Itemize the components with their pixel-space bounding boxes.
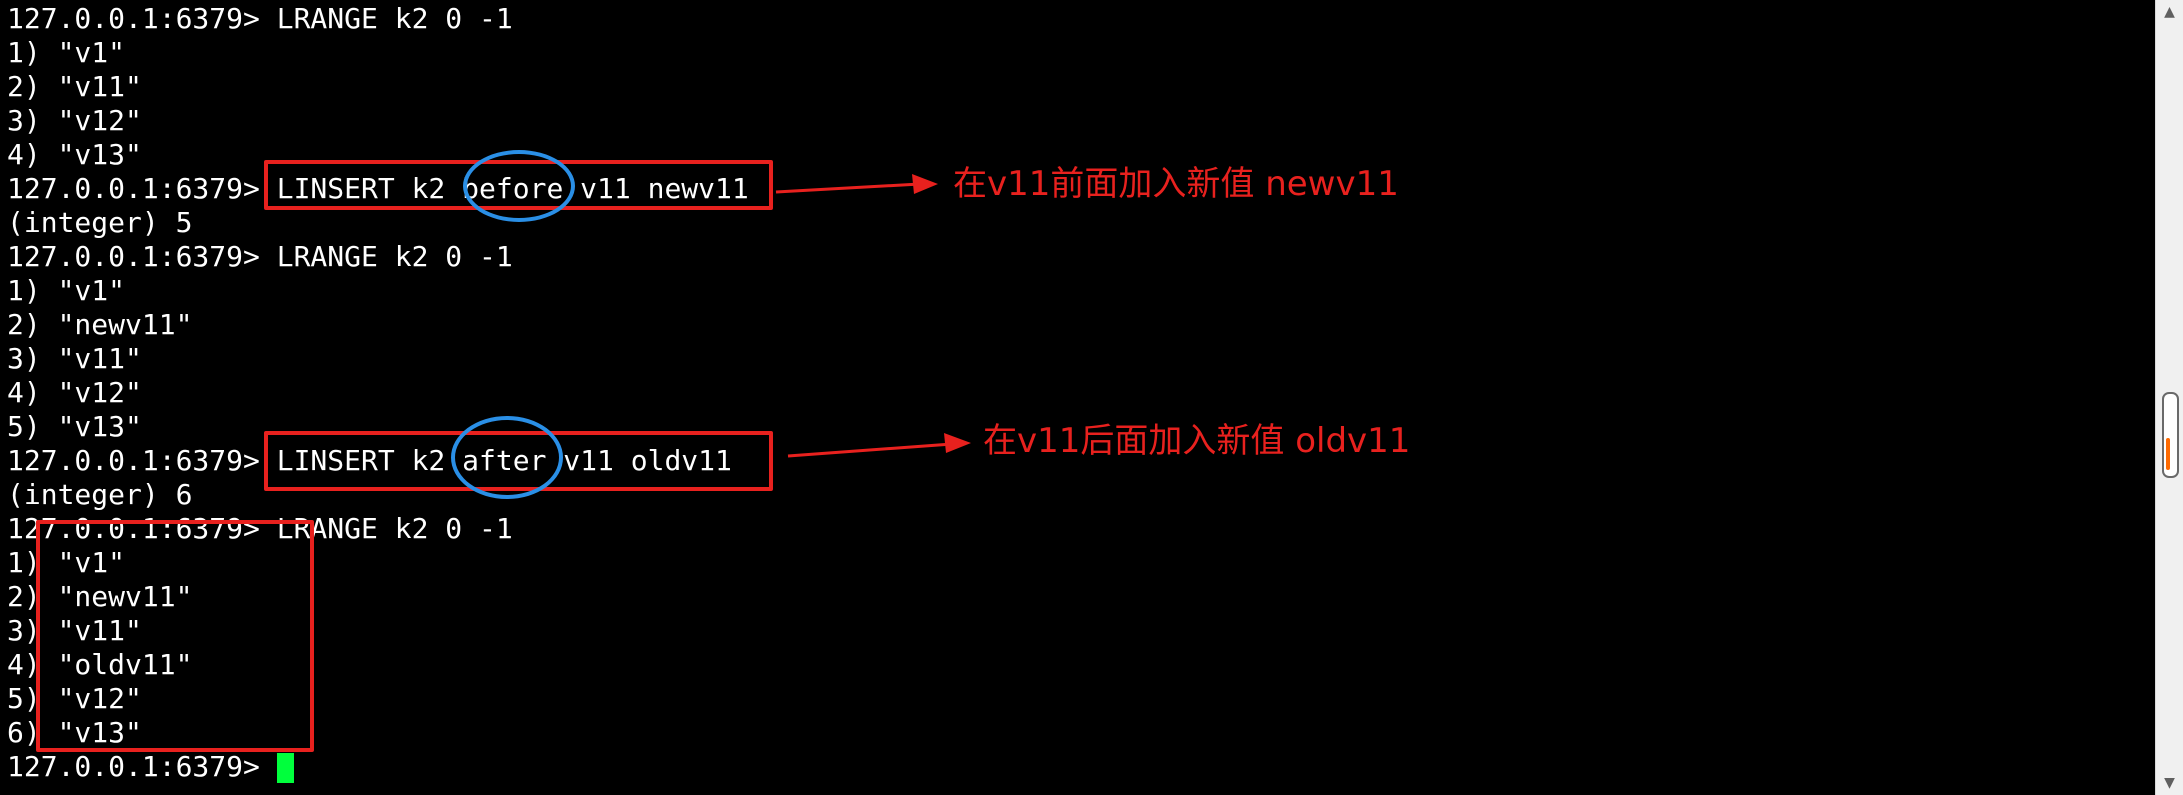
annotation-before-note: 在v11前面加入新值 newv11 — [953, 164, 1399, 204]
arrow-after-shaft — [787, 442, 953, 458]
arrow-after-head — [944, 433, 971, 453]
scrollbar-thumb[interactable] — [2162, 392, 2179, 478]
vertical-scrollbar[interactable]: ▲ ▼ — [2155, 0, 2183, 795]
scrollbar-position-marker — [2166, 438, 2170, 470]
terminal-window[interactable]: 127.0.0.1:6379> LRANGE k2 0 -1 1) "v1" 2… — [0, 0, 2155, 795]
scroll-up-icon[interactable]: ▲ — [2156, 0, 2183, 24]
arrow-before-head — [912, 174, 938, 194]
annotation-after-note: 在v11后面加入新值 oldv11 — [983, 421, 1411, 461]
arrow-before-shaft — [775, 182, 921, 194]
scroll-down-icon[interactable]: ▼ — [2156, 771, 2183, 795]
annotation-arrows — [775, 174, 971, 458]
